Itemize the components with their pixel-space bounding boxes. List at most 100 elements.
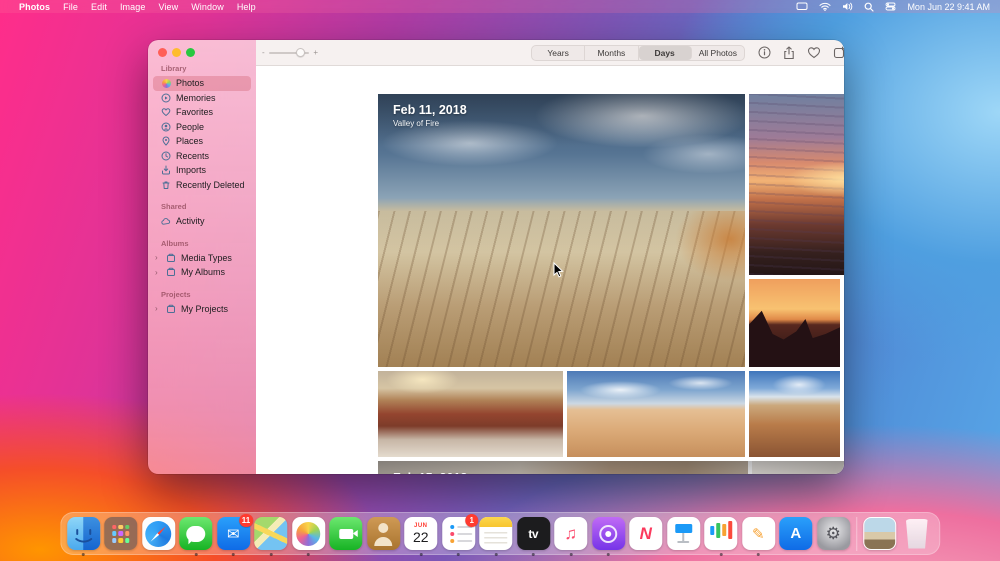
sidebar-item-label: Recents — [176, 150, 210, 161]
sidebar-item-places[interactable]: Places — [153, 134, 251, 149]
chevron-right-icon[interactable]: › — [155, 253, 161, 262]
photo-sunset-silhouettes[interactable] — [749, 279, 840, 367]
section-date: Feb 11, 2018 — [393, 103, 467, 117]
sidebar-item-label: My Albums — [181, 267, 226, 278]
album-icon — [166, 253, 176, 263]
spotlight-icon[interactable] — [864, 2, 875, 12]
sidebar-item-memories[interactable]: Memories — [153, 91, 251, 106]
dock-news[interactable]: N — [629, 517, 663, 551]
sidebar-section-projects: Projects — [161, 289, 191, 299]
sidebar-item-label: Activity — [176, 216, 205, 227]
sidebar-item-label: Places — [176, 136, 204, 147]
dock-music[interactable]: ♫ — [554, 517, 588, 551]
dock-divider — [855, 516, 857, 551]
window-controls — [158, 48, 195, 57]
photo-rock-formations[interactable] — [749, 371, 840, 457]
control-center-icon[interactable] — [885, 2, 896, 11]
cloud-icon — [161, 216, 171, 226]
dock-trash[interactable] — [900, 517, 934, 551]
dock-maps[interactable] — [254, 517, 288, 551]
dock-contacts[interactable] — [366, 517, 400, 551]
menu-image[interactable]: Image — [120, 2, 146, 12]
wifi-icon[interactable] — [819, 2, 831, 11]
tab-all-photos[interactable]: All Photos — [692, 46, 744, 60]
dock-system-preferences[interactable]: ⚙ — [816, 517, 850, 551]
slider-knob[interactable] — [296, 48, 306, 57]
photo-sunset-desert[interactable]: ⋯ — [749, 94, 844, 275]
dock-pages[interactable]: ✎ — [741, 517, 775, 551]
menu-help[interactable]: Help — [237, 2, 256, 12]
zoom-button[interactable] — [186, 48, 195, 57]
thumbnail-zoom-slider[interactable]: - + — [262, 48, 318, 57]
sidebar-item-label: Favorites — [176, 107, 214, 118]
dock-podcasts[interactable] — [591, 517, 625, 551]
album-icon — [166, 304, 176, 314]
sidebar-section-shared: Shared — [161, 202, 187, 211]
photo-hiker-on-rock[interactable] — [567, 371, 745, 457]
sidebar-item-photos[interactable]: Photos — [153, 76, 251, 91]
share-icon[interactable] — [781, 44, 797, 61]
dock-facetime[interactable] — [329, 517, 363, 551]
sidebar-item-label: Memories — [176, 92, 216, 103]
album-icon — [166, 267, 176, 277]
zoom-in-icon[interactable]: + — [313, 49, 318, 57]
sidebar-item-activity[interactable]: Activity — [153, 214, 251, 229]
dock-appstore[interactable]: A — [779, 517, 813, 551]
sidebar-item-favorites[interactable]: Favorites — [153, 105, 251, 120]
section-location: Valley of Fire — [393, 119, 440, 128]
dock-finder[interactable] — [66, 517, 100, 551]
dock-mail[interactable]: 11 ✉ — [216, 513, 254, 551]
sidebar-item-label: People — [176, 121, 205, 132]
section-date: Feb 15, 2018 — [393, 471, 467, 474]
sidebar-section-albums: Albums — [161, 238, 189, 248]
tab-years[interactable]: Years — [532, 46, 586, 60]
menubar-clock[interactable]: Mon Jun 22 9:41 AM — [907, 2, 990, 12]
info-icon[interactable] — [756, 44, 772, 61]
slider-track[interactable] — [268, 48, 310, 57]
add-icon[interactable] — [831, 44, 844, 61]
dock-safari[interactable] — [141, 517, 175, 551]
dock-keynote[interactable] — [666, 517, 700, 551]
mouse-cursor — [553, 261, 564, 283]
dock-reminders[interactable]: 1 — [441, 513, 479, 551]
chevron-right-icon[interactable]: › — [155, 304, 161, 313]
close-button[interactable] — [158, 48, 167, 57]
menu-window[interactable]: Window — [191, 2, 224, 12]
dock-tv[interactable]: tv — [516, 517, 550, 551]
sidebar-item-media-types[interactable]: › Media Types — [153, 251, 251, 266]
menu-file[interactable]: File — [63, 2, 78, 12]
sidebar-item-my-albums[interactable]: › My Albums — [153, 265, 251, 280]
menu-view[interactable]: View — [158, 2, 178, 12]
menu-edit[interactable]: Edit — [91, 2, 107, 12]
dock-messages[interactable] — [179, 517, 213, 551]
dock-notes[interactable] — [479, 517, 513, 551]
dock-pictures-stack[interactable] — [862, 517, 896, 551]
dock-calendar[interactable]: JUN 22 — [404, 517, 438, 551]
volume-icon[interactable] — [842, 2, 853, 11]
sidebar-item-recents[interactable]: Recents — [153, 149, 251, 164]
sidebar-item-recently-deleted[interactable]: Recently Deleted — [153, 178, 251, 193]
sidebar-item-my-projects[interactable]: › My Projects — [153, 302, 251, 317]
dock-photos[interactable] — [291, 517, 325, 551]
dock-launchpad[interactable] — [104, 517, 138, 551]
mail-badge: 11 — [238, 513, 254, 527]
zoom-out-icon[interactable]: - — [262, 49, 265, 57]
dock-numbers[interactable] — [704, 517, 738, 551]
favorite-icon[interactable] — [806, 44, 822, 61]
reminders-badge: 1 — [465, 513, 479, 527]
photo-grid: Feb 11, 2018 Valley of Fire ⋯ +3 Feb 15,… — [256, 66, 844, 474]
display-icon[interactable] — [796, 2, 808, 11]
chevron-right-icon[interactable]: › — [155, 268, 161, 277]
import-icon — [161, 165, 171, 175]
sidebar-section-library: Library — [161, 64, 187, 73]
app-menu-photos[interactable]: Photos — [19, 2, 50, 12]
tab-months[interactable]: Months — [585, 46, 639, 60]
sidebar: Library Photos Memories Favorites People… — [148, 40, 256, 474]
sidebar-item-imports[interactable]: Imports — [153, 163, 251, 178]
photo-valley-of-fire-hero[interactable]: Feb 11, 2018 Valley of Fire — [378, 94, 745, 367]
pin-icon — [161, 136, 171, 146]
tab-days[interactable]: Days — [638, 46, 692, 60]
photo-red-desert[interactable] — [378, 371, 563, 457]
sidebar-item-people[interactable]: People — [153, 120, 251, 135]
minimize-button[interactable] — [172, 48, 181, 57]
